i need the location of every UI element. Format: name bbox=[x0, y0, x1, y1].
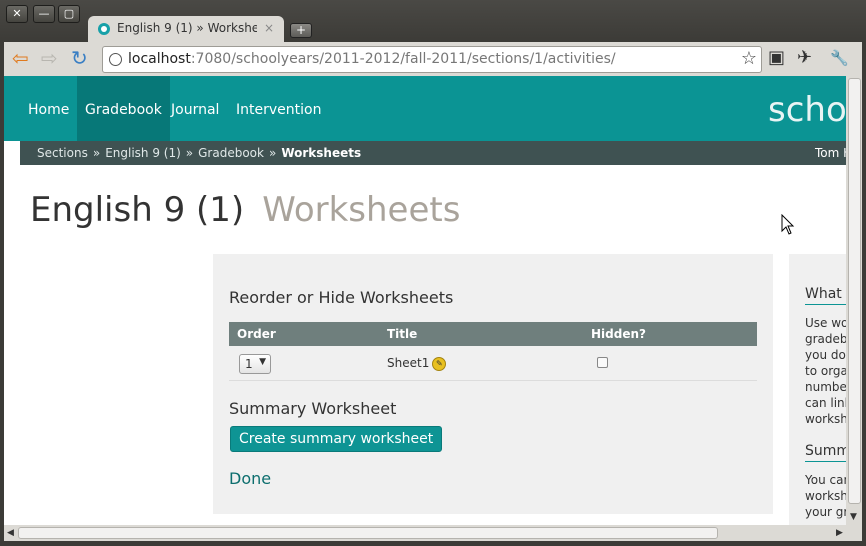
breadcrumb: Sections » English 9 (1) » Gradebook » Workshe… bbox=[20, 141, 846, 165]
help-line: Use wor bbox=[805, 316, 846, 330]
close-icon: ✕ bbox=[12, 7, 22, 20]
vertical-scrollbar[interactable]: ▼ bbox=[846, 76, 862, 525]
address-bar[interactable]: localhost:7080/schoolyears/2011-2012/fal… bbox=[102, 46, 762, 73]
breadcrumb-separator: » bbox=[185, 146, 194, 160]
column-order: Order bbox=[237, 327, 276, 341]
help-line: to orga bbox=[805, 364, 846, 378]
minimize-window-button[interactable]: — bbox=[33, 5, 55, 23]
column-title: Title bbox=[387, 327, 418, 341]
order-select[interactable]: 1 ▼ bbox=[239, 354, 271, 374]
scroll-left-icon[interactable]: ◀ bbox=[7, 528, 14, 538]
breadcrumb-sections[interactable]: Sections bbox=[37, 146, 88, 160]
browser-tab[interactable]: English 9 (1) » Worksheets × bbox=[88, 16, 284, 42]
help-text-summary: You can workshe your gr bbox=[805, 472, 846, 520]
back-button[interactable]: ⇦ bbox=[12, 48, 29, 68]
help-line: gradebo bbox=[805, 332, 846, 346]
user-name[interactable]: Tom H bbox=[815, 146, 846, 160]
tab-title: English 9 (1) » Worksheets bbox=[117, 21, 257, 35]
help-line: you do bbox=[805, 348, 846, 362]
page-viewport: Home Gradebook Journal Intervention scho… bbox=[4, 76, 846, 525]
browser-window: ✕ — ▢ English 9 (1) » Worksheets × + ⇦ ⇨… bbox=[0, 0, 866, 546]
nav-journal[interactable]: Journal bbox=[163, 76, 227, 141]
create-summary-worksheet-button[interactable]: Create summary worksheet bbox=[230, 426, 443, 452]
scroll-right-icon[interactable]: ▶ bbox=[836, 528, 843, 538]
summary-heading: Summary Worksheet bbox=[229, 399, 397, 418]
page-title: English 9 (1) Worksheets bbox=[30, 190, 460, 230]
forward-button[interactable]: ⇨ bbox=[41, 48, 58, 68]
breadcrumb-current: Worksheets bbox=[281, 146, 362, 160]
help-line: workshe bbox=[805, 412, 846, 426]
worksheet-title[interactable]: Sheet1 bbox=[387, 356, 429, 370]
column-hidden: Hidden? bbox=[591, 327, 646, 341]
breadcrumb-gradebook[interactable]: Gradebook bbox=[198, 146, 264, 160]
maximize-icon: ▢ bbox=[63, 7, 75, 20]
table-row: 1 ▼ Sheet1 ✎ bbox=[229, 346, 757, 381]
horizontal-scrollbar[interactable]: ◀ ▶ bbox=[4, 525, 862, 541]
breadcrumb-section[interactable]: English 9 (1) bbox=[105, 146, 181, 160]
page-title-sub: Worksheets bbox=[262, 190, 461, 230]
url-path: :7080/schoolyears/2011-2012/fall-2011/se… bbox=[190, 51, 616, 67]
wrench-icon[interactable]: 🔧 bbox=[830, 49, 849, 67]
order-value: 1 bbox=[245, 357, 253, 371]
page-title-main: English 9 (1) bbox=[30, 190, 245, 230]
help-line: workshe bbox=[805, 489, 846, 503]
mouse-cursor-icon bbox=[781, 214, 795, 235]
maximize-window-button[interactable]: ▢ bbox=[58, 5, 80, 23]
page-menu-icon[interactable]: ▣ bbox=[768, 47, 785, 68]
help-line: number bbox=[805, 380, 846, 394]
reorder-heading: Reorder or Hide Worksheets bbox=[229, 288, 454, 307]
breadcrumb-separator: » bbox=[92, 146, 101, 160]
hidden-checkbox[interactable] bbox=[597, 357, 608, 368]
help-line: your gr bbox=[805, 505, 846, 519]
close-window-button[interactable]: ✕ bbox=[6, 5, 28, 23]
done-link[interactable]: Done bbox=[229, 469, 271, 488]
browser-toolbar: ⇦ ⇨ ↻ localhost:7080/schoolyears/2011-20… bbox=[4, 42, 862, 76]
title-bar: ✕ — ▢ English 9 (1) » Worksheets × + bbox=[0, 0, 866, 42]
url-text[interactable]: localhost:7080/schoolyears/2011-2012/fal… bbox=[128, 51, 616, 67]
minimize-icon: — bbox=[38, 7, 50, 20]
edit-pencil-icon[interactable]: ✎ bbox=[432, 356, 447, 371]
extension-icon[interactable]: ✈ bbox=[797, 47, 812, 68]
tab-close-icon[interactable]: × bbox=[264, 21, 274, 35]
help-line: You can bbox=[805, 473, 846, 487]
new-tab-button[interactable]: + bbox=[290, 23, 312, 38]
help-heading-what: What i bbox=[805, 286, 846, 305]
help-sidebar: What i Use wor gradebo you do to orga nu… bbox=[789, 254, 846, 525]
bookmark-star-icon[interactable]: ☆ bbox=[741, 48, 757, 69]
table-header: Order Title Hidden? bbox=[229, 322, 757, 346]
top-navigation: Home Gradebook Journal Intervention scho… bbox=[4, 76, 846, 141]
help-heading-summary: Summa bbox=[805, 443, 846, 462]
breadcrumb-separator: » bbox=[268, 146, 277, 160]
help-line: can link bbox=[805, 396, 846, 410]
reload-button[interactable]: ↻ bbox=[71, 48, 88, 68]
worksheets-panel: Reorder or Hide Worksheets Order Title H… bbox=[213, 254, 773, 514]
help-text-what: Use wor gradebo you do to orga number ca… bbox=[805, 315, 846, 427]
url-host: localhost bbox=[128, 51, 191, 67]
nav-home[interactable]: Home bbox=[20, 76, 77, 141]
worksheet-title-cell: Sheet1 ✎ bbox=[387, 356, 447, 371]
chevron-down-icon: ▼ bbox=[259, 357, 266, 367]
scroll-down-icon[interactable]: ▼ bbox=[850, 512, 857, 522]
brand-logo[interactable]: schoo bbox=[768, 90, 846, 130]
favicon-icon bbox=[98, 23, 110, 35]
nav-intervention[interactable]: Intervention bbox=[228, 76, 329, 141]
nav-gradebook[interactable]: Gradebook bbox=[77, 76, 170, 141]
horizontal-scroll-thumb[interactable] bbox=[18, 527, 718, 539]
page-info-icon bbox=[109, 53, 122, 66]
vertical-scroll-thumb[interactable] bbox=[848, 78, 861, 504]
